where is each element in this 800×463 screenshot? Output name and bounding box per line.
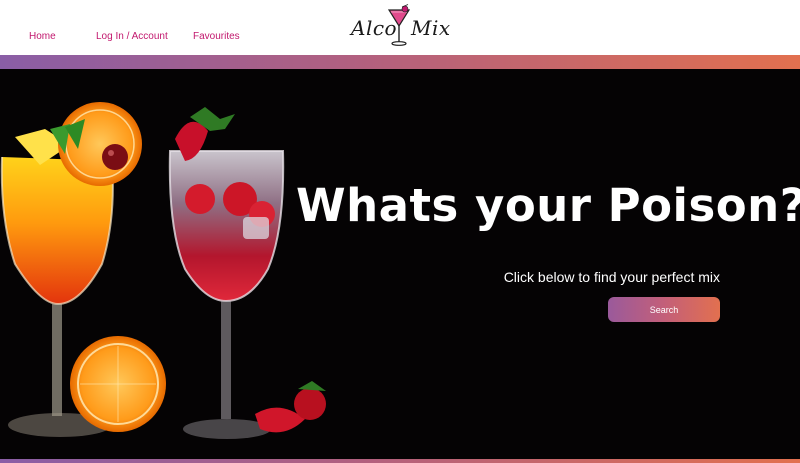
logo-text-mix: Mix: [411, 16, 451, 40]
footer-gradient-band: [0, 459, 800, 463]
site-logo[interactable]: Alco Mix: [348, 4, 452, 48]
header-gradient-band: [0, 55, 800, 69]
nav-favourites-link[interactable]: Favourites: [193, 31, 240, 42]
navbar: Home Log In / Account Favourites Alco Mi…: [0, 0, 800, 55]
nav-login-account-link[interactable]: Log In / Account: [96, 31, 168, 42]
cocktail-glass-icon: [387, 4, 411, 46]
nav-home-link[interactable]: Home: [29, 31, 56, 42]
hero-title: Whats your Poison?: [296, 179, 800, 232]
search-button[interactable]: Search: [608, 297, 720, 322]
cocktails-photo: [0, 102, 326, 439]
hero-section: Whats your Poison? Click below to find y…: [0, 69, 800, 459]
hero-subtitle: Click below to find your perfect mix: [503, 269, 720, 285]
